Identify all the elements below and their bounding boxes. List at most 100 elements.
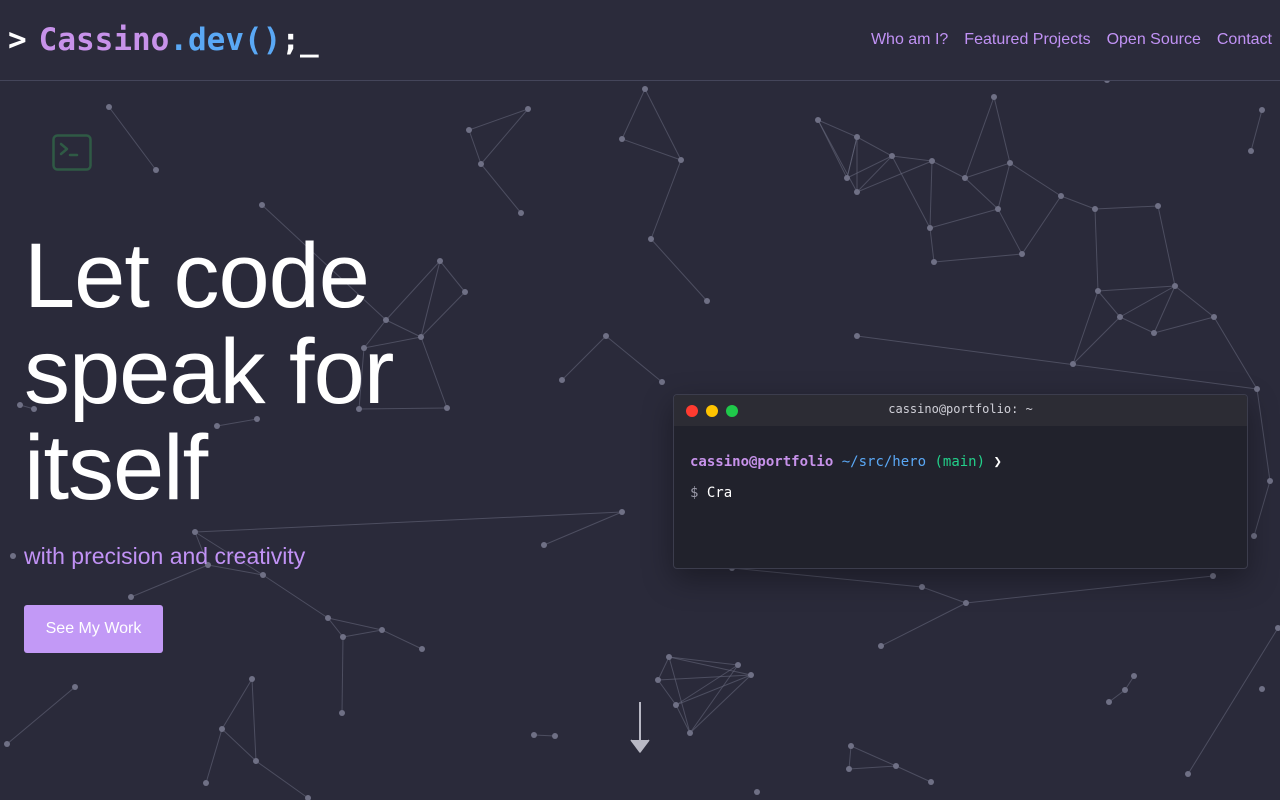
network-node	[991, 94, 997, 100]
terminal-body: cassino@portfolio ~/src/hero (main) ❯ $ …	[674, 426, 1247, 503]
network-edge	[929, 227, 935, 263]
network-node	[1122, 687, 1128, 693]
network-node	[995, 206, 1001, 212]
network-edge	[1060, 195, 1096, 210]
network-edge	[221, 678, 253, 730]
network-node	[153, 167, 159, 173]
network-node	[919, 584, 925, 590]
nav-link-contact[interactable]: Contact	[1217, 29, 1272, 51]
hero-title-line-2: speak for	[24, 321, 394, 423]
network-edge	[533, 734, 556, 737]
network-edge	[1174, 285, 1215, 318]
network-edge	[650, 159, 682, 240]
network-edge	[675, 664, 739, 706]
network-edge	[856, 136, 893, 157]
network-node	[72, 684, 78, 690]
network-node	[893, 763, 899, 769]
network-edge	[1157, 205, 1176, 287]
network-node	[928, 779, 934, 785]
network-edge	[880, 602, 967, 647]
network-node	[878, 643, 884, 649]
nav-link-who-am-i[interactable]: Who am I?	[871, 29, 948, 51]
network-edge	[381, 629, 423, 650]
network-edge	[929, 208, 999, 229]
network-node	[655, 677, 661, 683]
logo-prompt: >	[8, 22, 27, 58]
terminal-chevron: ❯	[993, 454, 1002, 470]
network-node	[619, 136, 625, 142]
network-edge	[468, 129, 482, 165]
see-my-work-button[interactable]: See My Work	[24, 605, 163, 653]
network-edge	[6, 686, 76, 745]
network-edge	[1097, 285, 1176, 292]
network-edge	[1253, 480, 1271, 537]
nav-links: Who am I? Featured Projects Open Source …	[871, 29, 1272, 51]
network-edge	[921, 586, 967, 604]
hero-title-line-3: itself	[24, 417, 208, 519]
network-edge	[1009, 162, 1062, 197]
network-node	[340, 634, 346, 640]
network-node	[379, 627, 385, 633]
hero-subtitle: with precision and creativity	[24, 543, 306, 569]
network-node	[1211, 314, 1217, 320]
network-node	[192, 529, 198, 535]
terminal-command: Cra	[706, 485, 733, 501]
hero-title-line-1: Let code	[24, 225, 370, 327]
network-edge	[1072, 290, 1099, 365]
network-edge	[262, 574, 329, 619]
network-edge	[933, 253, 1023, 263]
network-node	[854, 134, 860, 140]
network-node	[1019, 251, 1025, 257]
network-edge	[657, 674, 752, 681]
network-edge	[251, 678, 257, 762]
network-node	[541, 542, 547, 548]
network-node	[1095, 288, 1101, 294]
network-edge	[1250, 109, 1263, 152]
network-node	[17, 402, 23, 408]
network-edge	[668, 656, 739, 666]
network-edge	[964, 177, 999, 210]
network-edge	[965, 575, 1214, 604]
network-edge	[689, 664, 739, 734]
network-edge	[931, 160, 966, 179]
network-node	[1254, 386, 1260, 392]
network-node	[253, 758, 259, 764]
network-edge	[221, 728, 257, 762]
network-node	[531, 732, 537, 738]
terminal-command-line: $ Cra	[690, 483, 1231, 503]
network-node	[687, 730, 693, 736]
network-edge	[1153, 316, 1215, 334]
nav-link-open-source[interactable]: Open Source	[1107, 29, 1201, 51]
site-logo[interactable]: > Cassino.dev();_	[8, 20, 319, 60]
network-node	[1092, 206, 1098, 212]
network-edge	[480, 163, 522, 214]
network-node	[962, 175, 968, 181]
network-node	[1070, 361, 1076, 367]
arrow-down-icon[interactable]	[628, 700, 652, 756]
network-node	[927, 225, 933, 231]
network-edge	[689, 674, 752, 734]
network-edge	[1108, 689, 1126, 703]
network-node	[525, 106, 531, 112]
network-node	[1267, 478, 1273, 484]
network-node	[642, 86, 648, 92]
network-node	[666, 654, 672, 660]
network-edge	[621, 88, 646, 140]
network-edge	[964, 162, 1011, 179]
network-edge	[1094, 205, 1159, 210]
network-edge	[657, 679, 677, 706]
network-edge	[1094, 208, 1099, 292]
network-edge	[1021, 195, 1062, 255]
network-node	[128, 594, 134, 600]
nav-link-featured-projects[interactable]: Featured Projects	[964, 29, 1090, 51]
terminal-prompt-line: cassino@portfolio ~/src/hero (main) ❯	[690, 452, 1231, 472]
network-node	[889, 153, 895, 159]
network-node	[659, 379, 665, 385]
network-node	[219, 726, 225, 732]
network-node	[552, 733, 558, 739]
network-node	[1155, 203, 1161, 209]
network-node	[854, 333, 860, 339]
network-edge	[993, 96, 1011, 164]
network-edge	[342, 629, 383, 638]
network-node	[339, 710, 345, 716]
